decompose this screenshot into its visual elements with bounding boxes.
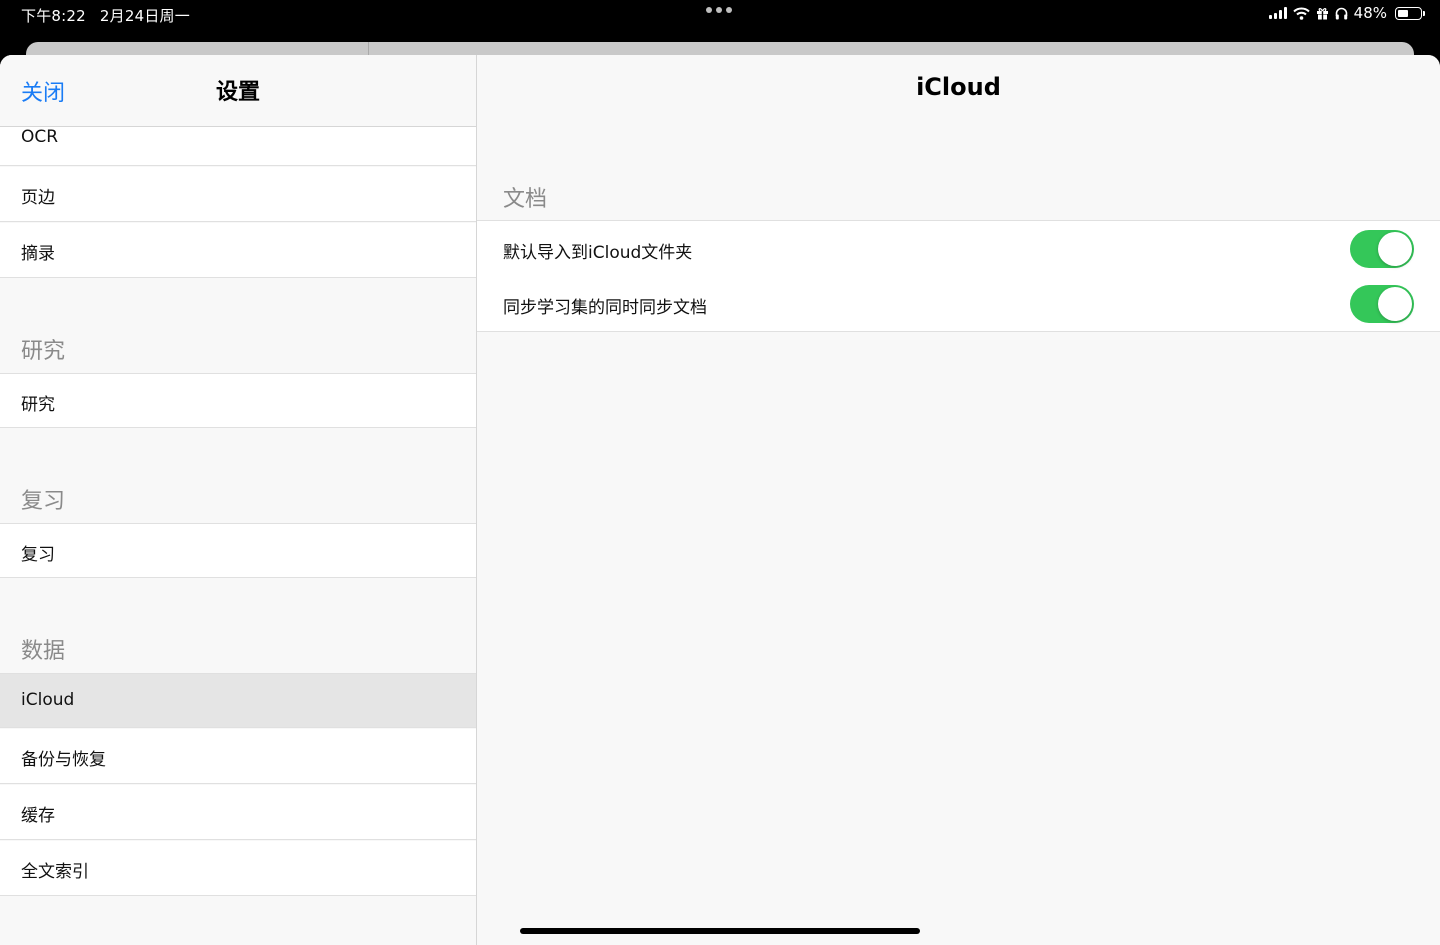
section-header-research: 研究 [21, 339, 66, 364]
toggle-sync-documents[interactable] [1350, 285, 1414, 323]
section-header-data: 数据 [21, 639, 66, 664]
status-bar: 下午8:22 2月24日周一 48% [0, 0, 1440, 30]
section-header-documents: 文档 [503, 187, 548, 212]
sidebar-item-label: 页边 [21, 188, 55, 208]
battery-icon [1395, 6, 1425, 20]
multitasking-dots-icon[interactable] [706, 7, 732, 13]
setting-row-default-import: 默认导入到iCloud文件夹 [477, 220, 1440, 277]
status-time: 下午8:22 [21, 7, 86, 25]
detail-pane: iCloud 文档 默认导入到iCloud文件夹 同步学习集的同时同步文档 [477, 55, 1440, 945]
sidebar-item-label: iCloud [21, 690, 75, 710]
sidebar-header: 关闭 设置 [0, 55, 476, 127]
sidebar-item-label: 研究 [21, 395, 55, 415]
status-date: 2月24日周一 [99, 7, 190, 25]
sidebar-item-cache[interactable]: 缓存 [0, 785, 476, 840]
sidebar-item-label: 复习 [21, 545, 55, 565]
setting-label: 默认导入到iCloud文件夹 [503, 243, 693, 263]
toggle-default-import-icloud[interactable] [1350, 230, 1414, 268]
sidebar-item-label: OCR [21, 127, 59, 147]
signal-icon [1268, 7, 1287, 19]
sidebar-title: 设置 [215, 80, 260, 105]
sidebar-item-label: 备份与恢复 [21, 750, 106, 770]
sidebar-item-margin[interactable]: 页边 [0, 167, 476, 222]
sidebar-item-backup[interactable]: 备份与恢复 [0, 729, 476, 784]
settings-sheet: 关闭 设置 OCR 页边 摘录 研究 研究 复习 复习 数据 iCloud 备份… [0, 55, 1440, 945]
wifi-icon [1292, 7, 1310, 20]
sidebar-item-fulltext-index[interactable]: 全文索引 [0, 841, 476, 896]
status-left: 下午8:22 2月24日周一 [21, 5, 190, 26]
gift-icon [1316, 7, 1328, 19]
home-indicator[interactable] [520, 928, 920, 934]
status-right: 48% [1268, 4, 1425, 22]
sidebar-item-review[interactable]: 复习 [0, 523, 476, 578]
setting-label: 同步学习集的同时同步文档 [503, 298, 707, 318]
setting-row-sync-documents: 同步学习集的同时同步文档 [477, 276, 1440, 332]
sidebar: 关闭 设置 OCR 页边 摘录 研究 研究 复习 复习 数据 iCloud 备份… [0, 55, 477, 945]
headphones-icon [1335, 7, 1347, 19]
sidebar-item-label: 全文索引 [21, 862, 89, 882]
section-header-review: 复习 [21, 489, 66, 514]
sidebar-item-icloud[interactable]: iCloud [0, 673, 476, 728]
page-title: iCloud [916, 73, 1001, 101]
sidebar-item-label: 摘录 [21, 244, 55, 264]
sidebar-item-label: 缓存 [21, 806, 55, 826]
sidebar-item-research[interactable]: 研究 [0, 373, 476, 428]
sidebar-item-excerpt[interactable]: 摘录 [0, 223, 476, 278]
battery-percent: 48% [1353, 4, 1387, 22]
